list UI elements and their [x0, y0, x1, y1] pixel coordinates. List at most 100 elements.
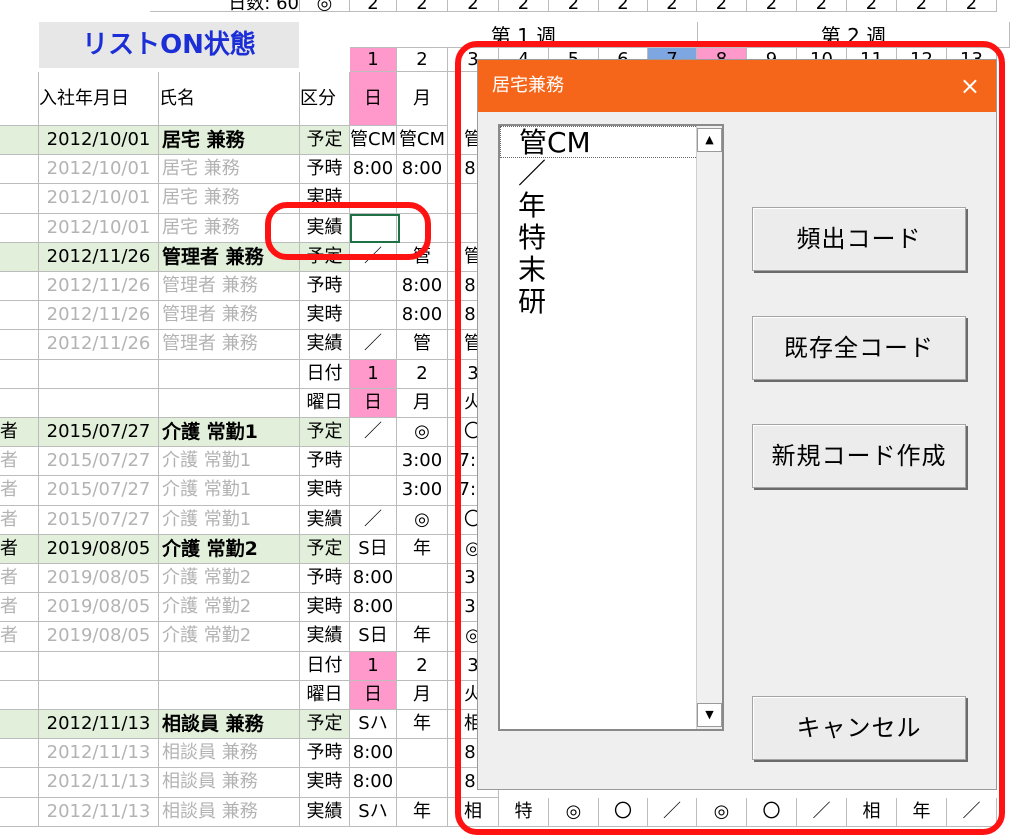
shift-cell[interactable]: 年 [397, 534, 448, 564]
row-prefix[interactable] [0, 330, 39, 360]
shift-cell[interactable] [397, 739, 448, 769]
row-name[interactable]: 介護 常勤1 [159, 505, 300, 535]
row-date[interactable]: 2019/08/05 [39, 534, 159, 564]
row-type[interactable]: 予時 [300, 739, 350, 769]
header-weekday[interactable]: 月 [397, 72, 448, 126]
shift-cell[interactable]: Sハ [350, 710, 397, 740]
row-date[interactable]: 2012/10/01 [39, 213, 159, 243]
row-type[interactable]: 予定 [300, 126, 350, 156]
row-blank[interactable] [159, 388, 300, 418]
row-blank[interactable] [159, 651, 300, 681]
shift-cell[interactable] [350, 447, 397, 477]
shift-cell[interactable]: 年 [397, 797, 448, 827]
row-prefix[interactable]: 者 [0, 593, 39, 623]
row-name[interactable]: 介護 常勤2 [159, 534, 300, 564]
row-prefix[interactable] [0, 213, 39, 243]
row-prefix[interactable] [0, 710, 39, 740]
row-date[interactable]: 2019/08/05 [39, 593, 159, 623]
row-type[interactable]: 予時 [300, 272, 350, 302]
shift-cell[interactable]: 8:00 [397, 301, 448, 331]
row-prefix[interactable]: 者 [0, 622, 39, 652]
shift-cell[interactable] [397, 593, 448, 623]
shift-cell[interactable]: 3:00 [397, 476, 448, 506]
row-name[interactable]: 管理者 兼務 [159, 272, 300, 302]
row-type[interactable]: 実時 [300, 476, 350, 506]
row-prefix[interactable] [0, 272, 39, 302]
row-prefix[interactable]: 者 [0, 476, 39, 506]
row-date[interactable]: 2012/10/01 [39, 155, 159, 185]
row-prefix[interactable] [0, 359, 39, 389]
shift-cell[interactable] [350, 301, 397, 331]
row-blank[interactable] [159, 359, 300, 389]
shift-cell[interactable]: ／ [350, 330, 397, 360]
shift-cell[interactable]: 年 [397, 622, 448, 652]
row-date[interactable]: 2012/11/26 [39, 330, 159, 360]
row-name[interactable]: 介護 常勤1 [159, 418, 300, 448]
row-prefix[interactable] [0, 155, 39, 185]
header-blank[interactable] [0, 72, 39, 126]
row-blank[interactable] [39, 680, 159, 710]
shift-cell[interactable]: 2 [397, 651, 448, 681]
row-type[interactable]: 日付 [300, 651, 350, 681]
row-type[interactable]: 曜日 [300, 388, 350, 418]
row-date[interactable]: 2015/07/27 [39, 505, 159, 535]
row-type[interactable]: 予時 [300, 155, 350, 185]
row-name[interactable]: 相談員 兼務 [159, 739, 300, 769]
days-number-cell[interactable]: 2 [648, 0, 697, 12]
days-number-cell[interactable]: 2 [350, 0, 397, 12]
row-prefix[interactable] [0, 388, 39, 418]
shift-cell[interactable]: 1 [350, 651, 397, 681]
row-type[interactable]: 予時 [300, 447, 350, 477]
row-type[interactable]: 実績 [300, 505, 350, 535]
row-prefix[interactable] [0, 126, 39, 156]
row-type[interactable]: 実時 [300, 768, 350, 798]
header-kubun[interactable]: 区分 [300, 72, 350, 126]
row-blank[interactable] [39, 651, 159, 681]
shift-cell[interactable]: 月 [397, 680, 448, 710]
row-prefix[interactable] [0, 680, 39, 710]
shift-cell[interactable]: 日 [350, 388, 397, 418]
row-date[interactable]: 2019/08/05 [39, 564, 159, 594]
row-date[interactable]: 2012/11/13 [39, 739, 159, 769]
row-name[interactable]: 相談員 兼務 [159, 797, 300, 827]
shift-cell[interactable]: 3:00 [397, 447, 448, 477]
row-type[interactable]: 実時 [300, 301, 350, 331]
row-prefix[interactable] [0, 797, 39, 827]
row-date[interactable]: 2015/07/27 [39, 476, 159, 506]
row-type[interactable]: 実時 [300, 593, 350, 623]
days-number-cell[interactable]: 2 [549, 0, 599, 12]
shift-cell[interactable]: S日 [350, 622, 397, 652]
days-number-cell[interactable]: 2 [797, 0, 847, 12]
row-name[interactable]: 管理者 兼務 [159, 301, 300, 331]
shift-cell[interactable]: ／ [350, 418, 397, 448]
days-number-cell[interactable]: 2 [448, 0, 499, 12]
row-type[interactable]: 曜日 [300, 680, 350, 710]
row-blank[interactable] [159, 680, 300, 710]
shift-cell[interactable]: 管 [397, 330, 448, 360]
row-name[interactable]: 居宅 兼務 [159, 155, 300, 185]
shift-cell[interactable]: ◎ [397, 418, 448, 448]
row-type[interactable]: 予定 [300, 710, 350, 740]
row-blank[interactable] [39, 359, 159, 389]
days-number-cell[interactable]: 2 [847, 0, 897, 12]
shift-cell[interactable]: 8:00 [350, 564, 397, 594]
row-name[interactable]: 介護 常勤1 [159, 447, 300, 477]
header-day-number[interactable]: 1 [350, 48, 397, 72]
shift-cell[interactable]: 2 [397, 359, 448, 389]
top-symbol[interactable]: ◎ [300, 0, 350, 12]
row-prefix[interactable] [0, 184, 39, 214]
row-prefix[interactable] [0, 739, 39, 769]
row-date[interactable]: 2015/07/27 [39, 447, 159, 477]
shift-cell[interactable]: S日 [350, 534, 397, 564]
row-date[interactable]: 2012/11/26 [39, 272, 159, 302]
row-name[interactable]: 管理者 兼務 [159, 330, 300, 360]
shift-cell[interactable]: 1 [350, 359, 397, 389]
row-name[interactable]: 相談員 兼務 [159, 710, 300, 740]
header-date[interactable]: 入社年月日 [39, 72, 159, 126]
row-name[interactable]: 居宅 兼務 [159, 126, 300, 156]
row-type[interactable]: 実績 [300, 330, 350, 360]
shift-cell[interactable]: 管CM [350, 126, 397, 156]
days-number-cell[interactable]: 2 [747, 0, 797, 12]
shift-cell[interactable]: 管CM [397, 126, 448, 156]
row-type[interactable]: 予定 [300, 534, 350, 564]
